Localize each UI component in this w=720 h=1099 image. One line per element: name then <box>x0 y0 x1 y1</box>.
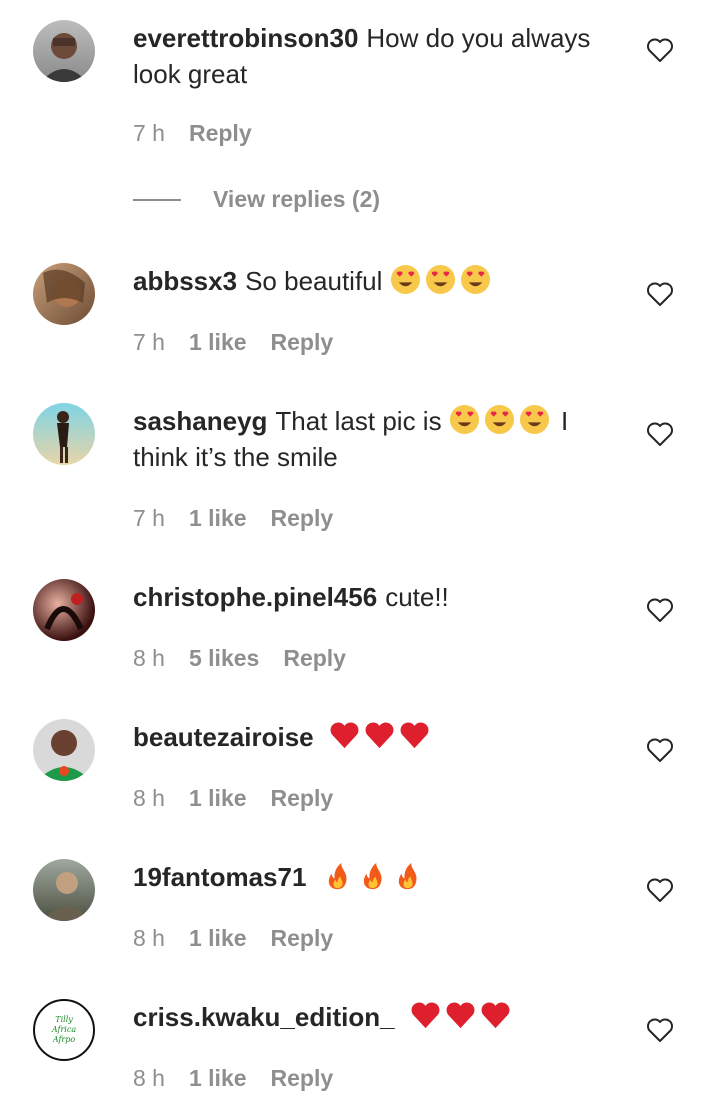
emoji-group <box>449 404 561 436</box>
like-heart-icon[interactable] <box>646 597 674 623</box>
heart-eyes-emoji-icon <box>425 264 455 295</box>
comment-time: 7 h <box>133 329 165 355</box>
red-heart-emoji-icon <box>330 722 359 749</box>
comment-username[interactable]: 19fantomas71 <box>133 862 306 892</box>
comment-meta: 7 h 1 like Reply <box>133 329 357 356</box>
red-heart-emoji-icon <box>481 1002 510 1029</box>
red-heart-emoji-icon <box>400 722 429 749</box>
like-heart-icon[interactable] <box>646 421 674 447</box>
comment-text: criss.kwaku_edition_ <box>133 999 623 1035</box>
comment-username[interactable]: criss.kwaku_edition_ <box>133 1002 395 1032</box>
avatar[interactable] <box>33 859 95 921</box>
likes-count[interactable]: 1 like <box>189 329 247 356</box>
comment-username[interactable]: beautezairoise <box>133 722 314 752</box>
fire-emoji-icon <box>363 862 382 890</box>
heart-eyes-emoji-icon <box>484 404 514 435</box>
comment-meta: 7 h Reply <box>133 120 276 147</box>
avatar[interactable] <box>33 403 95 465</box>
reply-button[interactable]: Reply <box>271 785 334 812</box>
comment-username[interactable]: everettrobinson30 <box>133 23 358 53</box>
comment-body: So beautiful <box>245 266 383 296</box>
heart-eyes-emoji-icon <box>519 404 549 435</box>
comment-username[interactable]: abbssx3 <box>133 266 237 296</box>
reply-button[interactable]: Reply <box>283 645 346 672</box>
fire-emoji-icon <box>398 862 417 890</box>
comment-body: cute!! <box>385 582 449 612</box>
comment-text: beautezairoise <box>133 719 623 755</box>
reply-button[interactable]: Reply <box>271 505 334 532</box>
comment-text: christophe.pinel456 cute!! <box>133 579 623 615</box>
emoji-group <box>410 1002 515 1032</box>
like-heart-icon[interactable] <box>646 37 674 63</box>
heart-eyes-emoji-icon <box>460 264 490 295</box>
comment-meta: 8 h 5 likes Reply <box>133 645 370 672</box>
avatar-logo-line: Africa <box>51 1025 77 1034</box>
avatar[interactable] <box>33 20 95 82</box>
comment-time: 8 h <box>133 645 165 671</box>
comment-body: That last pic is <box>275 406 442 436</box>
comment-time: 8 h <box>133 1065 165 1091</box>
comment-time: 8 h <box>133 785 165 811</box>
fire-emoji-icon <box>328 862 347 890</box>
likes-count[interactable]: 5 likes <box>189 645 259 672</box>
emoji-group <box>322 862 427 892</box>
emoji-group <box>390 264 495 296</box>
avatar-logo-text: Tilly Africa Afrpo <box>35 1015 93 1045</box>
comment-text: sashaneyg That last pic is I think it’s t… <box>133 403 623 475</box>
heart-eyes-emoji-icon <box>449 404 479 435</box>
comment-time: 7 h <box>133 505 165 531</box>
likes-count[interactable]: 1 like <box>189 785 247 812</box>
avatar-logo-line: Tilly <box>55 1015 73 1024</box>
avatar-logo-line: Afrpo <box>52 1035 76 1044</box>
avatar[interactable] <box>33 579 95 641</box>
reply-button[interactable]: Reply <box>271 925 334 952</box>
view-replies-divider <box>133 198 181 201</box>
comment-meta: 7 h 1 like Reply <box>133 505 357 532</box>
comment-meta: 8 h 1 like Reply <box>133 925 357 952</box>
avatar[interactable]: Tilly Africa Afrpo <box>33 999 95 1061</box>
comment-username[interactable]: christophe.pinel456 <box>133 582 377 612</box>
comment-time: 7 h <box>133 120 165 146</box>
red-heart-emoji-icon <box>446 1002 475 1029</box>
comment-text: everettrobinson30 How do you always look … <box>133 20 623 92</box>
comment-text: 19fantomas71 <box>133 859 623 895</box>
heart-eyes-emoji-icon <box>390 264 420 295</box>
view-replies-label[interactable]: View replies (2) <box>213 186 380 213</box>
avatar[interactable] <box>33 263 95 325</box>
like-heart-icon[interactable] <box>646 737 674 763</box>
red-heart-emoji-icon <box>365 722 394 749</box>
avatar[interactable] <box>33 719 95 781</box>
comment-meta: 8 h 1 like Reply <box>133 785 357 812</box>
likes-count[interactable]: 1 like <box>189 925 247 952</box>
likes-count[interactable]: 1 like <box>189 1065 247 1092</box>
emoji-group <box>329 722 434 752</box>
reply-button[interactable]: Reply <box>189 120 252 147</box>
comment-meta: 8 h 1 like Reply <box>133 1065 357 1092</box>
like-heart-icon[interactable] <box>646 1017 674 1043</box>
reply-button[interactable]: Reply <box>271 329 334 356</box>
comment-username[interactable]: sashaneyg <box>133 406 267 436</box>
like-heart-icon[interactable] <box>646 281 674 307</box>
reply-button[interactable]: Reply <box>271 1065 334 1092</box>
comment-text: abbssx3 So beautiful <box>133 263 623 299</box>
likes-count[interactable]: 1 like <box>189 505 247 532</box>
like-heart-icon[interactable] <box>646 877 674 903</box>
comment-time: 8 h <box>133 925 165 951</box>
red-heart-emoji-icon <box>411 1002 440 1029</box>
view-replies[interactable]: View replies (2) <box>133 186 380 213</box>
